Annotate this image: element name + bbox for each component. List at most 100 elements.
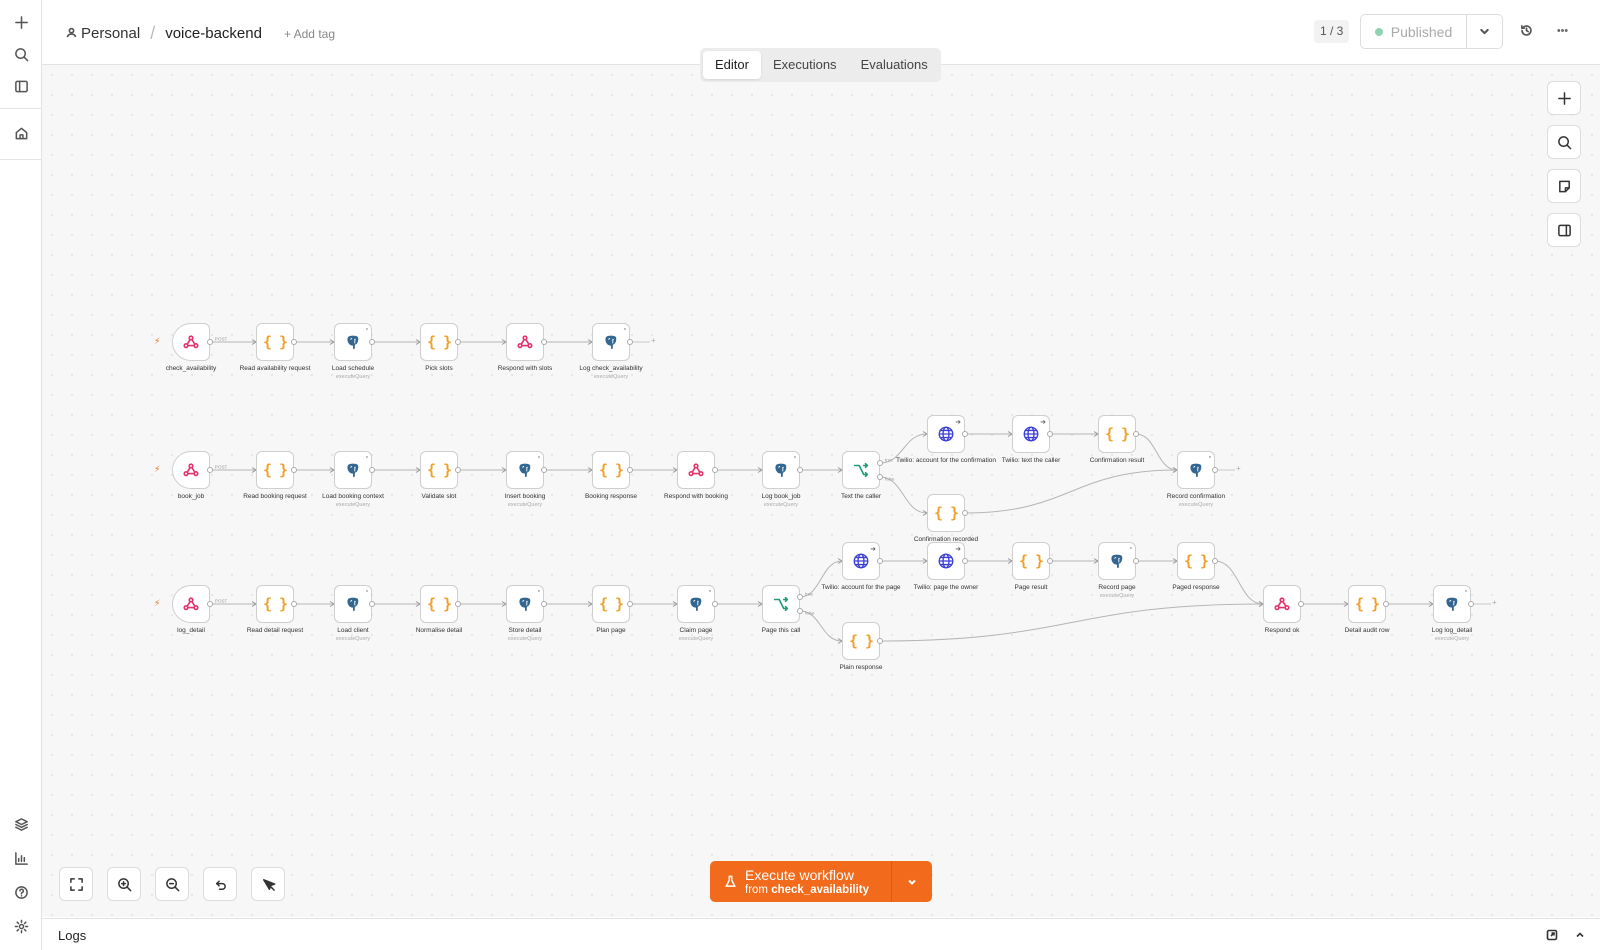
workflow-node[interactable]: ▫ xyxy=(677,585,715,623)
panel-left-icon[interactable] xyxy=(9,74,33,98)
fit-view-button[interactable] xyxy=(59,867,93,901)
node-port[interactable] xyxy=(455,601,461,607)
node-port[interactable] xyxy=(627,467,633,473)
tidy-up-button[interactable] xyxy=(251,867,285,901)
tab-evaluations[interactable]: Evaluations xyxy=(849,51,940,79)
workflow-node[interactable] xyxy=(762,585,800,623)
node-port[interactable] xyxy=(1468,601,1474,607)
undo-button[interactable] xyxy=(203,867,237,901)
workflow-node[interactable]: ▫ xyxy=(1433,585,1471,623)
workflow-node[interactable]: { } xyxy=(420,323,458,361)
popout-button[interactable] xyxy=(1546,928,1558,946)
workflow-node[interactable]: { } xyxy=(256,323,294,361)
help-icon[interactable] xyxy=(9,880,33,904)
workflow-node[interactable]: { } xyxy=(1098,415,1136,453)
node-port[interactable] xyxy=(541,601,547,607)
search-nodes-button[interactable] xyxy=(1547,125,1581,159)
workflow-node[interactable]: ➜ xyxy=(927,542,965,580)
workflow-node[interactable]: { } xyxy=(592,451,630,489)
workflow-node[interactable]: { } xyxy=(256,585,294,623)
workflow-node[interactable]: ▫ xyxy=(1098,542,1136,580)
node-port[interactable] xyxy=(369,339,375,345)
home-icon[interactable] xyxy=(9,121,33,145)
node-port[interactable] xyxy=(877,460,883,466)
node-port[interactable] xyxy=(627,339,633,345)
workflow-node[interactable] xyxy=(172,323,210,361)
node-port[interactable] xyxy=(1212,467,1218,473)
node-port[interactable] xyxy=(1133,431,1139,437)
workflow-name[interactable]: voice-backend xyxy=(165,25,262,42)
workflow-node[interactable] xyxy=(172,451,210,489)
publish-dropdown-button[interactable] xyxy=(1467,15,1502,48)
node-port[interactable] xyxy=(369,601,375,607)
workflow-node[interactable]: ➜ xyxy=(842,542,880,580)
workflow-node[interactable]: ▫ xyxy=(334,323,372,361)
workflow-node[interactable]: { } xyxy=(1177,542,1215,580)
tab-executions[interactable]: Executions xyxy=(761,51,849,79)
more-options-button[interactable] xyxy=(1556,24,1569,42)
workflow-node[interactable]: { } xyxy=(420,451,458,489)
settings-icon[interactable] xyxy=(9,914,33,938)
node-port[interactable] xyxy=(962,558,968,564)
node-port[interactable] xyxy=(797,608,803,614)
add-next-node-icon[interactable]: + xyxy=(1492,598,1497,607)
node-port[interactable] xyxy=(712,601,718,607)
workflow-node[interactable]: ▫ xyxy=(592,323,630,361)
workflow-node[interactable]: { } xyxy=(1348,585,1386,623)
node-port[interactable] xyxy=(291,467,297,473)
workflow-node[interactable]: ▫ xyxy=(762,451,800,489)
node-port[interactable] xyxy=(207,601,213,607)
collapse-logs-button[interactable] xyxy=(1574,928,1586,946)
workflow-canvas[interactable] xyxy=(42,65,1600,917)
workflow-node[interactable]: ▫ xyxy=(334,451,372,489)
node-port[interactable] xyxy=(797,594,803,600)
node-port[interactable] xyxy=(1047,431,1053,437)
workflow-node[interactable]: ▫ xyxy=(1177,451,1215,489)
workflow-node[interactable] xyxy=(677,451,715,489)
history-button[interactable] xyxy=(1520,24,1533,42)
logs-panel-bar[interactable]: Logs xyxy=(42,918,1600,950)
workflow-node[interactable]: { } xyxy=(256,451,294,489)
workflow-node[interactable]: { } xyxy=(927,494,965,532)
plus-icon[interactable] xyxy=(9,10,33,34)
search-icon[interactable] xyxy=(9,42,33,66)
add-next-node-icon[interactable]: + xyxy=(651,336,656,345)
zoom-in-button[interactable] xyxy=(107,867,141,901)
node-port[interactable] xyxy=(455,339,461,345)
node-port[interactable] xyxy=(877,558,883,564)
node-port[interactable] xyxy=(962,510,968,516)
add-tag-button[interactable]: + Add tag xyxy=(284,27,335,41)
node-port[interactable] xyxy=(797,467,803,473)
add-node-button[interactable] xyxy=(1547,81,1581,115)
node-port[interactable] xyxy=(712,467,718,473)
workflow-node[interactable]: ▫ xyxy=(506,585,544,623)
workflow-node[interactable]: { } xyxy=(592,585,630,623)
workflow-node[interactable] xyxy=(1263,585,1301,623)
node-port[interactable] xyxy=(207,467,213,473)
workflow-node[interactable]: { } xyxy=(1012,542,1050,580)
insights-icon[interactable] xyxy=(9,846,33,870)
node-port[interactable] xyxy=(207,339,213,345)
workflow-node[interactable]: ▫ xyxy=(506,451,544,489)
workflow-node[interactable]: ➜ xyxy=(1012,415,1050,453)
node-port[interactable] xyxy=(1298,601,1304,607)
node-port[interactable] xyxy=(369,467,375,473)
project-link[interactable]: Personal xyxy=(81,25,140,42)
node-port[interactable] xyxy=(877,474,883,480)
workflow-node[interactable] xyxy=(506,323,544,361)
node-port[interactable] xyxy=(1047,558,1053,564)
node-port[interactable] xyxy=(1212,558,1218,564)
node-port[interactable] xyxy=(455,467,461,473)
templates-icon[interactable] xyxy=(9,812,33,836)
toggle-panel-button[interactable] xyxy=(1547,213,1581,247)
node-port[interactable] xyxy=(962,431,968,437)
workflow-node[interactable]: ▫ xyxy=(334,585,372,623)
execute-dropdown-button[interactable] xyxy=(891,861,932,902)
node-port[interactable] xyxy=(291,601,297,607)
node-port[interactable] xyxy=(877,638,883,644)
add-next-node-icon[interactable]: + xyxy=(1236,464,1241,473)
workflow-node[interactable] xyxy=(172,585,210,623)
node-port[interactable] xyxy=(1133,558,1139,564)
workflow-node[interactable]: ➜ xyxy=(927,415,965,453)
zoom-out-button[interactable] xyxy=(155,867,189,901)
